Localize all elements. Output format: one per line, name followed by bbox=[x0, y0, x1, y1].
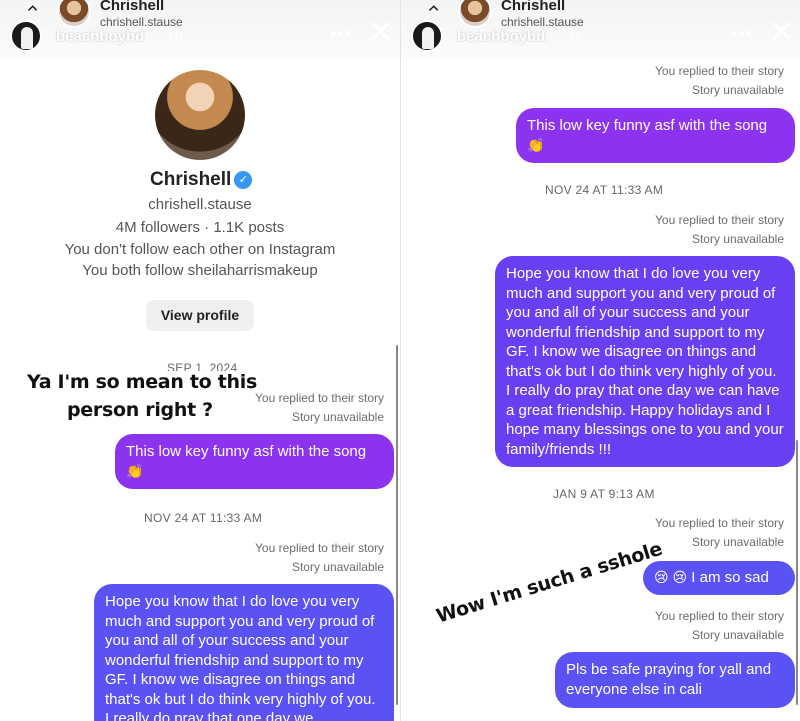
message-text: Hope you know that I do love you very mu… bbox=[506, 265, 784, 458]
story-reply-note: You replied to their story bbox=[655, 516, 784, 530]
message-bubble[interactable]: 😢 😢 I am so sad bbox=[643, 561, 795, 595]
scrollbar[interactable] bbox=[396, 345, 398, 705]
message-bubble[interactable]: Hope you know that I do love you very mu… bbox=[495, 256, 795, 467]
story-unavailable-note: Story unavailable bbox=[291, 410, 384, 424]
date-divider: NOV 24 AT 11:33 AM bbox=[545, 183, 664, 197]
story-reply-note: You replied to their story bbox=[255, 391, 384, 405]
close-icon[interactable]: ✕ bbox=[769, 18, 794, 48]
story-unavailable-note: Story unavailable bbox=[691, 628, 784, 642]
message-text: Hope you know that I do love you very mu… bbox=[105, 593, 376, 721]
close-icon[interactable]: ✕ bbox=[368, 18, 393, 48]
story-unavailable-note: Story unavailable bbox=[291, 560, 384, 574]
story-unavailable-note: Story unavailable bbox=[691, 83, 784, 97]
story-reply-note: You replied to their story bbox=[655, 609, 784, 623]
story-user-avatar[interactable] bbox=[10, 20, 42, 52]
overlay-caption: Wow I'm such a sshole bbox=[433, 537, 665, 628]
profile-name: Chrishell ✓ bbox=[150, 169, 253, 191]
profile-username: chrishell.stause bbox=[148, 196, 252, 213]
date-divider: JAN 9 AT 9:13 AM bbox=[553, 487, 655, 501]
story-username[interactable]: beachboybd bbox=[56, 28, 144, 45]
more-options-icon[interactable]: ••• bbox=[330, 24, 352, 45]
scrollbar[interactable] bbox=[796, 440, 798, 705]
crying-emoji: 😢 😢 bbox=[654, 569, 688, 585]
follow-status: You don't follow each other on Instagram bbox=[64, 241, 336, 258]
dm-handle: chrishell.stause bbox=[501, 15, 584, 29]
story-unavailable-note: Story unavailable bbox=[691, 232, 784, 246]
clap-emoji: 👏 bbox=[527, 136, 545, 153]
more-options-icon[interactable]: ••• bbox=[731, 24, 753, 45]
story-time: 1h bbox=[167, 29, 183, 45]
message-text: This low key funny asf with the song bbox=[126, 443, 367, 460]
view-profile-button[interactable]: View profile bbox=[146, 300, 254, 331]
story-user-avatar[interactable] bbox=[411, 20, 443, 52]
message-text: I am so sad bbox=[691, 569, 769, 586]
overlay-caption-line1: Ya I'm so mean to this bbox=[24, 371, 260, 393]
message-bubble[interactable]: Hope you know that I do love you very mu… bbox=[94, 584, 394, 721]
message-text: This low key funny asf with the song bbox=[527, 117, 768, 134]
mutual-follow: You both follow sheilaharrismakeup bbox=[82, 262, 318, 279]
verified-badge-icon: ✓ bbox=[234, 171, 253, 189]
story-reply-note: You replied to their story bbox=[655, 213, 784, 227]
message-bubble[interactable]: This low key funny asf with the song 👏 bbox=[115, 434, 394, 489]
date-divider: NOV 24 AT 11:33 AM bbox=[144, 511, 263, 525]
clap-emoji: 👏 bbox=[126, 462, 144, 479]
story-panel-left: ⌜ Chrishell chrishell.stause beachboybd … bbox=[0, 0, 400, 721]
story-panel-right: ⌜ Chrishell chrishell.stause beachboybd … bbox=[400, 0, 800, 721]
story-reply-note: You replied to their story bbox=[655, 64, 784, 78]
message-text: Pls be safe praying for yall and everyon… bbox=[566, 661, 772, 698]
story-time: 1h bbox=[568, 29, 584, 45]
profile-photo[interactable] bbox=[155, 70, 245, 160]
message-bubble[interactable]: This low key funny asf with the song 👏 bbox=[516, 108, 795, 163]
story-reply-note: You replied to their story bbox=[255, 541, 384, 555]
profile-name-text: Chrishell bbox=[150, 169, 232, 190]
dm-name: Chrishell bbox=[501, 0, 566, 14]
message-bubble[interactable]: Pls be safe praying for yall and everyon… bbox=[555, 652, 795, 708]
dm-name: Chrishell bbox=[100, 0, 165, 14]
overlay-caption-line2: person right ? bbox=[64, 399, 216, 421]
story-unavailable-note: Story unavailable bbox=[691, 535, 784, 549]
story-username[interactable]: beachboybd bbox=[457, 28, 545, 45]
dm-handle: chrishell.stause bbox=[100, 15, 183, 29]
profile-stats: 4M followers · 1.1K posts bbox=[115, 219, 285, 236]
